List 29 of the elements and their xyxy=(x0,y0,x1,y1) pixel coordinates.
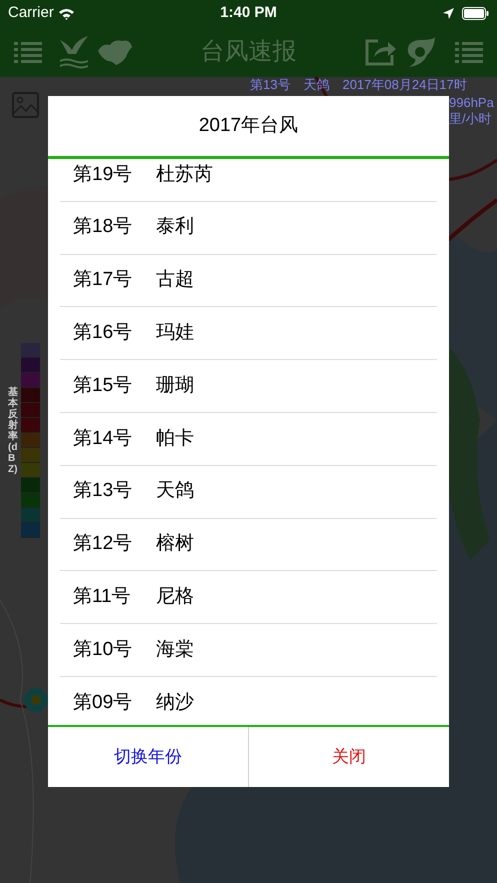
speed-text: 里/小时 xyxy=(449,111,492,127)
switch-year-button[interactable]: 切换年份 xyxy=(48,727,248,787)
typhoon-list-item[interactable]: 第14号 帕卡 xyxy=(60,412,437,466)
app-title: 台风速报 xyxy=(200,36,296,66)
list-icon[interactable] xyxy=(455,40,483,62)
carrier-label: Carrier xyxy=(8,2,54,23)
dialog-title: 2017年台风 xyxy=(198,114,300,138)
typhoon-list-item[interactable]: 第19号 杜苏芮 xyxy=(60,159,437,202)
typhoon-list-item[interactable]: 第17号 古超 xyxy=(60,254,437,308)
wifi-icon xyxy=(58,6,75,20)
typhoon-list-item[interactable]: 第10号 海棠 xyxy=(60,624,437,677)
image-icon[interactable] xyxy=(12,92,39,118)
clock-time: 1:40 PM xyxy=(220,2,277,23)
menu-icon[interactable] xyxy=(14,40,42,62)
typhoon-list-item[interactable]: 第16号 玛娃 xyxy=(60,307,437,360)
share-icon[interactable] xyxy=(364,36,397,66)
typhoon-marker-icon xyxy=(24,688,48,712)
bird-over-waves-icon[interactable] xyxy=(58,34,90,70)
typhoon-list-item[interactable]: 第15号 珊瑚 xyxy=(60,360,437,413)
legend-label: 基本反射率(dBZ) xyxy=(8,387,18,477)
close-button[interactable]: 关闭 xyxy=(248,727,449,787)
typhoon-list-item[interactable]: 第11号 尼格 xyxy=(60,571,437,624)
typhoon-list-item[interactable]: 第12号 榕树 xyxy=(60,518,437,572)
pressure-text: 996hPa xyxy=(449,95,494,111)
typhoon-list-item[interactable]: 第18号 泰利 xyxy=(60,202,437,255)
typhoon-list-item[interactable]: 第13号 天鸽 xyxy=(60,466,437,519)
battery-icon xyxy=(462,6,489,20)
location-arrow-icon xyxy=(443,8,454,18)
typhoon-info-text: 第13号 天鸽 2017年08月24日17时 xyxy=(250,77,467,93)
